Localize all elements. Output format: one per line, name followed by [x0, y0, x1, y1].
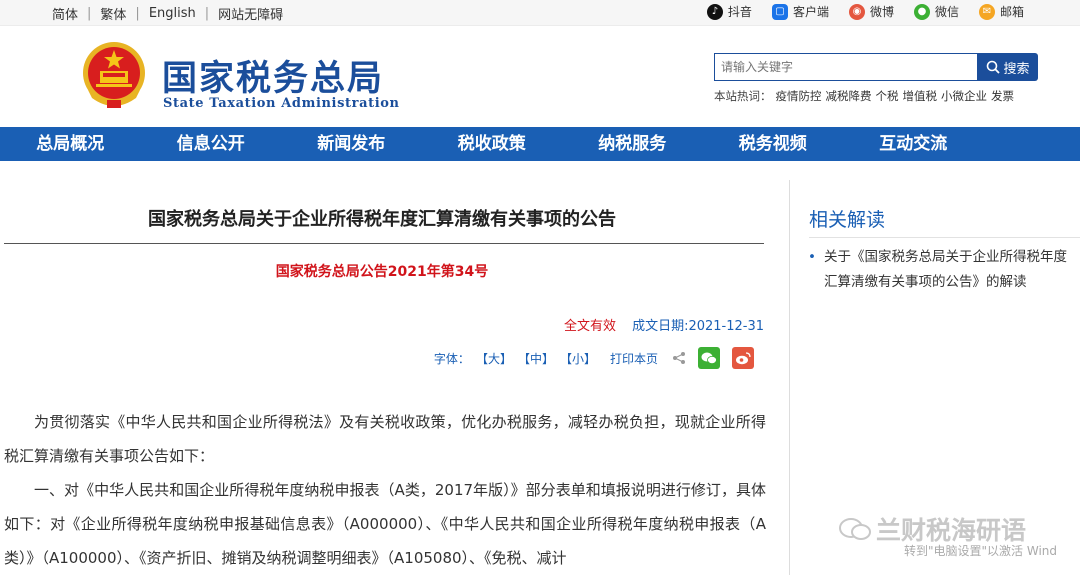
nav-interaction[interactable]: 互动交流	[843, 127, 984, 161]
hot-keywords: 本站热词： 疫情防控 减税降费 个税 增值税 小微企业 发票	[714, 88, 1014, 104]
social-links: ♪ 抖音 ▢ 客户端 ◉ 微博 ● 微信 ✉ 邮箱	[706, 3, 1024, 20]
accessibility-link[interactable]: 网站无障碍	[218, 4, 283, 23]
search-input[interactable]	[714, 53, 978, 81]
lang-english[interactable]: English	[149, 6, 196, 21]
nav-tax-video[interactable]: 税务视频	[703, 127, 844, 161]
social-mail-label: 邮箱	[999, 5, 1024, 19]
hot-keyword[interactable]: 发票	[991, 88, 1014, 104]
share-wechat-button[interactable]	[698, 347, 720, 369]
social-wechat[interactable]: ● 微信	[913, 3, 959, 20]
nav-overview[interactable]: 总局概况	[0, 127, 141, 161]
social-weibo[interactable]: ◉ 微博	[848, 3, 894, 20]
article-meta: 全文有效 成文日期:2021-12-31	[564, 315, 764, 334]
wechat-icon	[839, 518, 871, 540]
social-douyin-label: 抖音	[727, 5, 752, 19]
article-tools: 字体： 【大】 【中】 【小】 打印本页	[434, 347, 754, 369]
font-small-button[interactable]: 【小】	[560, 350, 596, 367]
site-name[interactable]: 国家税务总局	[162, 50, 384, 101]
hot-keywords-label: 本站热词：	[714, 89, 772, 103]
bullet-icon: •	[808, 249, 816, 265]
document-number: 国家税务总局公告2021年第34号	[275, 264, 489, 280]
lang-simplified[interactable]: 简体	[52, 4, 78, 23]
paragraph: 一、对《中华人民共和国企业所得税年度纳税申报表（A类，2017年版）》部分表单和…	[4, 481, 766, 567]
weibo-icon	[736, 352, 751, 365]
related-item[interactable]: • 关于《国家税务总局关于企业所得税年度汇算清缴有关事项的公告》的解读	[808, 245, 1078, 295]
font-medium-button[interactable]: 【中】	[518, 350, 554, 367]
hot-keyword[interactable]: 个税	[876, 88, 899, 104]
validity-status: 全文有效	[564, 319, 617, 334]
hot-keyword[interactable]: 疫情防控	[776, 88, 822, 104]
share-icon[interactable]	[672, 351, 686, 365]
social-weibo-label: 微博	[869, 5, 894, 19]
social-app[interactable]: ▢ 客户端	[771, 3, 829, 20]
social-app-label: 客户端	[792, 5, 829, 19]
top-utility-bar: 简体 | 繁体 | English | 网站无障碍 ♪ 抖音 ▢ 客户端 ◉ 微…	[0, 0, 1080, 26]
lang-traditional[interactable]: 繁体	[100, 4, 126, 23]
weibo-icon: ◉	[848, 3, 865, 20]
social-wechat-label: 微信	[934, 5, 959, 19]
font-size-label: 字体：	[433, 351, 470, 366]
douyin-icon: ♪	[706, 3, 723, 20]
font-large-button[interactable]: 【大】	[476, 350, 512, 367]
windows-activation-notice: 转到"电脑设置"以激活 Wind	[904, 544, 1058, 558]
social-douyin[interactable]: ♪ 抖音	[706, 3, 752, 20]
hot-keyword[interactable]: 增值税	[903, 88, 938, 104]
wechat-icon	[701, 352, 717, 364]
social-mail[interactable]: ✉ 邮箱	[978, 3, 1024, 20]
hot-keyword[interactable]: 小微企业	[941, 88, 987, 104]
related-title: 相关解读	[809, 209, 886, 231]
share-weibo-button[interactable]	[732, 347, 754, 369]
related-divider	[809, 237, 1080, 238]
nav-tax-service[interactable]: 纳税服务	[562, 127, 703, 161]
title-divider	[4, 243, 764, 244]
paragraph: 为贯彻落实《中华人民共和国企业所得税法》及有关税收政策，优化办税服务，减轻办税负…	[4, 413, 766, 465]
wechat-icon: ●	[913, 3, 930, 20]
separator: |	[87, 6, 92, 21]
search-button[interactable]: 搜索	[978, 53, 1038, 81]
nav-tax-policy[interactable]: 税收政策	[422, 127, 563, 161]
article-body: 为贯彻落实《中华人民共和国企业所得税法》及有关税收政策，优化办税服务，减轻办税负…	[4, 405, 766, 575]
article-title: 国家税务总局关于企业所得税年度汇算清缴有关事项的公告	[148, 209, 616, 230]
search-icon	[987, 60, 1001, 74]
language-links: 简体 | 繁体 | English | 网站无障碍	[52, 4, 283, 23]
mail-icon: ✉	[978, 3, 995, 20]
main-nav: 总局概况 信息公开 新闻发布 税收政策 纳税服务 税务视频 互动交流	[0, 127, 1080, 161]
mobile-app-icon: ▢	[771, 3, 788, 20]
article-main: 国家税务总局关于企业所得税年度汇算清缴有关事项的公告 国家税务总局公告2021年…	[0, 161, 790, 575]
separator: |	[204, 6, 210, 21]
national-emblem-icon[interactable]	[80, 40, 148, 110]
article-date: 成文日期:2021-12-31	[632, 319, 764, 334]
nav-news[interactable]: 新闻发布	[281, 127, 422, 161]
print-button[interactable]: 打印本页	[610, 350, 658, 367]
site-header: 国家税务总局 State Taxation Administration 搜索 …	[0, 26, 1080, 127]
separator: |	[135, 6, 140, 21]
related-item-link[interactable]: 关于《国家税务总局关于企业所得税年度汇算清缴有关事项的公告》的解读	[824, 245, 1078, 295]
site-name-english: State Taxation Administration	[163, 96, 400, 111]
nav-info-disclosure[interactable]: 信息公开	[141, 127, 282, 161]
search-button-label: 搜索	[1003, 61, 1030, 77]
hot-keyword[interactable]: 减税降费	[826, 88, 872, 104]
